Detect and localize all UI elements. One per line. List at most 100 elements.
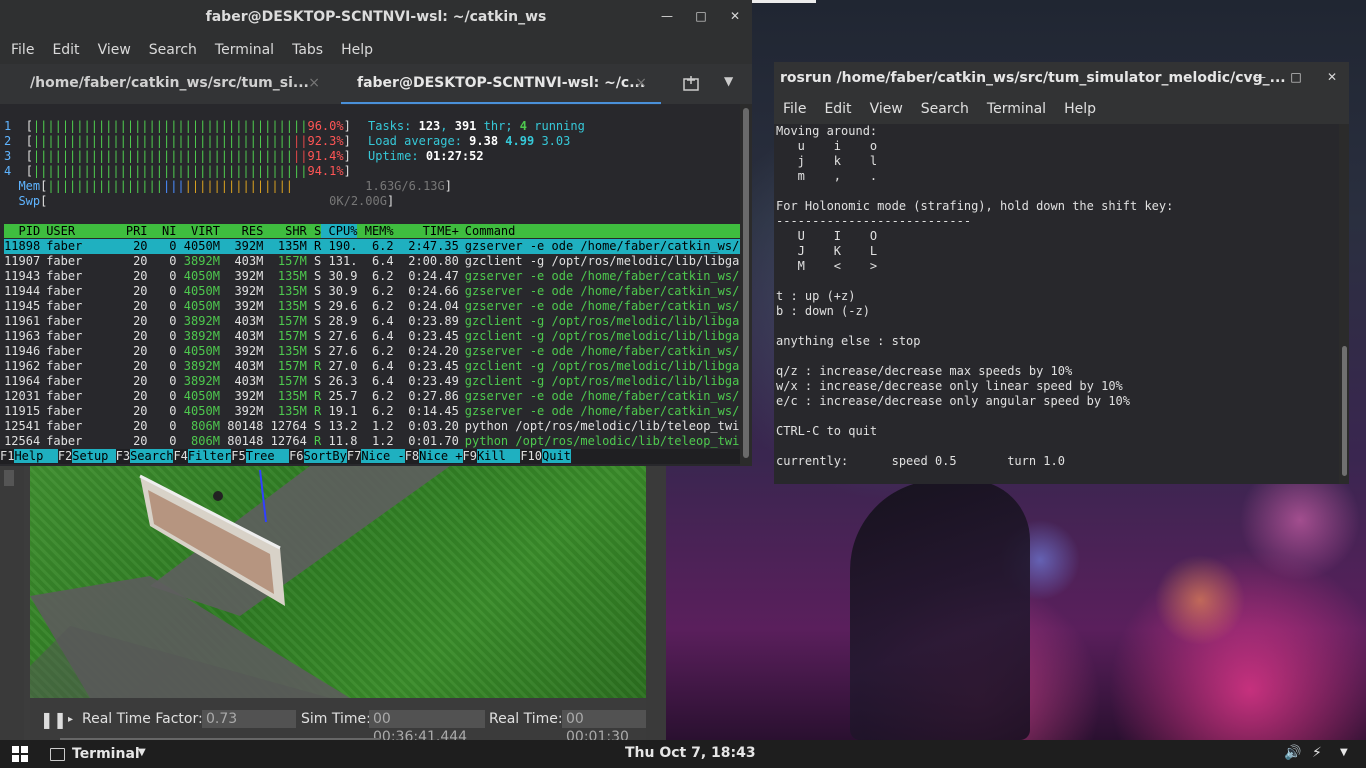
menu-file[interactable]: File — [11, 42, 34, 58]
fkey-label-f2[interactable]: Setup — [72, 449, 116, 463]
menu-view[interactable]: View — [98, 42, 131, 58]
menu-terminal[interactable]: Terminal — [215, 42, 274, 58]
window-titlebar[interactable]: faber@DESKTOP-SCNTNVI-wsl: ~/catkin_ws —… — [0, 0, 752, 36]
process-row[interactable]: 12564 faber 20 0 806M 80148 12764 R 11.8 1.2 0:01.… — [4, 434, 740, 449]
process-row[interactable]: 12031 faber 20 0 4050M 392M 135M R 25.7 6.2 0:27.8… — [4, 389, 740, 404]
column-header-ni[interactable]: NI — [148, 224, 176, 238]
step-icon[interactable]: ▸ — [68, 714, 73, 725]
menu-terminal[interactable]: Terminal — [987, 101, 1046, 117]
process-user: faber — [46, 344, 83, 358]
terminal-line: Moving around: — [776, 124, 878, 138]
menu-edit[interactable]: Edit — [52, 42, 79, 58]
column-header-user[interactable]: USER — [40, 224, 89, 238]
scrollbar-thumb[interactable] — [1342, 346, 1347, 476]
maximize-icon[interactable]: □ — [694, 9, 708, 23]
process-row[interactable]: 11915 faber 20 0 4050M 392M 135M R 19.1 6.2 0:14.4… — [4, 404, 740, 419]
column-header-mem[interactable]: MEM% — [357, 224, 394, 238]
column-header-cpu[interactable]: CPU% — [321, 224, 358, 238]
fkey-label-f1[interactable]: Help — [14, 449, 58, 463]
scrollbar[interactable] — [740, 104, 752, 466]
process-cpu: 13.2 — [328, 419, 358, 433]
menu-help[interactable]: Help — [1064, 101, 1096, 117]
menu-tabs[interactable]: Tabs — [292, 42, 323, 58]
close-icon[interactable]: ✕ — [1325, 70, 1339, 84]
window-titlebar[interactable]: rosrun /home/faber/catkin_ws/src/tum_sim… — [774, 62, 1349, 94]
process-pid: 11915 — [4, 404, 41, 418]
chevron-down-icon[interactable]: ▼ — [138, 747, 146, 758]
process-row[interactable]: 11944 faber 20 0 4050M 392M 135M S 30.9 6.2 0:24.6… — [4, 284, 740, 299]
process-row[interactable]: 11964 faber 20 0 3892M 403M 157M S 26.3 6.4 0:23.4… — [4, 374, 740, 389]
fkey-label-f8[interactable]: Nice + — [419, 449, 463, 463]
menu-edit[interactable]: Edit — [824, 101, 851, 117]
column-header-time[interactable]: TIME+ — [394, 224, 459, 238]
process-cmd: gzclient -g /opt/ros/melodic/lib/libgaze… — [464, 314, 740, 328]
process-user: faber — [46, 389, 83, 403]
terminal-line: For Holonomic mode (strafing), hold down… — [776, 199, 1174, 213]
maximize-icon[interactable]: □ — [1289, 70, 1303, 84]
scrollbar-thumb[interactable] — [743, 108, 749, 458]
column-header-res[interactable]: RES — [220, 224, 264, 238]
fkey-label-f7[interactable]: Nice - — [361, 449, 405, 463]
fkey-label-f10[interactable]: Quit — [542, 449, 571, 463]
process-cmd: gzclient -g /opt/ros/melodic/lib/libgaze… — [464, 359, 740, 373]
process-row[interactable]: 11943 faber 20 0 4050M 392M 135M S 30.9 6.2 0:24.4… — [4, 269, 740, 284]
minimize-icon[interactable]: — — [660, 9, 674, 23]
chevron-down-icon[interactable]: ▼ — [724, 74, 733, 88]
clock[interactable]: Thu Oct 7, 18:43 — [625, 745, 756, 761]
fkey-label-f4[interactable]: Filter — [187, 449, 232, 463]
pause-icon[interactable]: ❚❚ — [40, 710, 67, 729]
tab-htop-active[interactable]: faber@DESKTOP-SCNTNVI-wsl: ~/c... × — [341, 64, 661, 105]
column-header-shr[interactable]: SHR — [263, 224, 307, 238]
process-table-header[interactable]: PID USER PRI NI VIRT RES SHR S CPU% MEM% TIME+ Comm… — [4, 224, 740, 238]
process-row[interactable]: 11898 faber 20 0 4050M 392M 135M R 190. 6.2 2:47.3… — [4, 239, 740, 254]
fkey-label-f6[interactable]: SortBy — [303, 449, 347, 463]
menu-view[interactable]: View — [870, 101, 903, 117]
process-time: 0:23.45 — [408, 359, 459, 373]
menu-help[interactable]: Help — [341, 42, 373, 58]
teleop-output: Moving around: u i o j k l m , . For Holo… — [774, 124, 1339, 484]
tasks-line: Tasks: 123, 391 thr; 4 running — [368, 119, 585, 133]
tab-close-icon[interactable]: × — [635, 75, 647, 91]
minimize-icon[interactable]: — — [1253, 70, 1267, 84]
tab-close-icon[interactable]: × — [308, 75, 320, 91]
windows-start-icon[interactable] — [12, 746, 28, 766]
process-ni: 0 — [169, 239, 177, 253]
process-time: 0:23.49 — [408, 374, 459, 388]
taskbar-terminal-button[interactable]: Terminal — [72, 746, 140, 762]
process-pid: 11944 — [4, 284, 41, 298]
volume-icon[interactable]: 🔊 — [1284, 745, 1301, 761]
new-tab-icon[interactable] — [682, 74, 700, 92]
process-row[interactable]: 11946 faber 20 0 4050M 392M 135M S 27.6 6.2 0:24.2… — [4, 344, 740, 359]
menu-search[interactable]: Search — [149, 42, 197, 58]
process-row[interactable]: 11962 faber 20 0 3892M 403M 157M R 27.0 6.4 0:23.4… — [4, 359, 740, 374]
column-header-pri[interactable]: PRI — [90, 224, 148, 238]
battery-icon[interactable]: ⚡ — [1312, 745, 1322, 761]
menu-search[interactable]: Search — [921, 101, 969, 117]
process-row[interactable]: 12541 faber 20 0 806M 80148 12764 S 13.2 1.2 0:03.… — [4, 419, 740, 434]
chevron-down-icon[interactable]: ▼ — [1340, 747, 1348, 758]
menu-file[interactable]: File — [783, 101, 806, 117]
fkey-label-f5[interactable]: Tree — [245, 449, 290, 463]
column-header-s[interactable]: S — [307, 224, 321, 238]
process-row[interactable]: 11907 faber 20 0 3892M 403M 157M S 131. 6.4 2:00.8… — [4, 254, 740, 269]
gazebo-3d-viewport[interactable] — [30, 466, 646, 698]
wallpaper-figure — [850, 480, 1030, 740]
process-row[interactable]: 11945 faber 20 0 4050M 392M 135M S 29.6 6.2 0:24.0… — [4, 299, 740, 314]
process-mem: 1.2 — [371, 434, 394, 448]
column-header-command[interactable]: Command — [459, 224, 516, 238]
panel-splitter[interactable] — [4, 470, 14, 486]
process-row[interactable]: 11963 faber 20 0 3892M 403M 157M S 27.6 6.4 0:23.4… — [4, 329, 740, 344]
process-res: 392M — [234, 404, 264, 418]
tab-rosrun[interactable]: /home/faber/catkin_ws/src/tum_si... × — [14, 64, 334, 102]
process-virt: 3892M — [183, 374, 220, 388]
fkey-label-f9[interactable]: Kill — [476, 449, 521, 463]
fkey-label-f3[interactable]: Search — [130, 449, 174, 463]
process-row[interactable]: 11961 faber 20 0 3892M 403M 157M S 28.9 6.4 0:23.8… — [4, 314, 740, 329]
close-icon[interactable]: ✕ — [728, 9, 742, 23]
column-header-pid[interactable]: PID — [4, 224, 41, 238]
column-header-virt[interactable]: VIRT — [176, 224, 220, 238]
terminal-line: CTRL-C to quit — [776, 424, 878, 438]
scrollbar[interactable] — [1339, 124, 1349, 484]
process-s: R — [314, 389, 322, 403]
gazebo-status-bar: ❚❚ ▸ Real Time Factor: 0.73 Sim Time: 00… — [30, 698, 646, 745]
